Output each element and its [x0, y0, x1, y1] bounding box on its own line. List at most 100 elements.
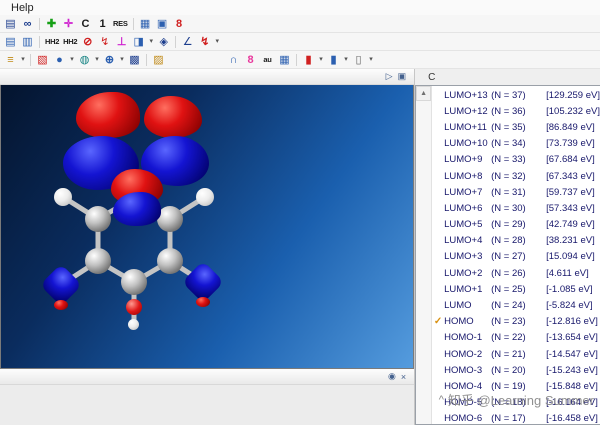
orbital-index: (N = 29) [491, 219, 526, 231]
orbital-list-item[interactable]: ✓ HOMO-2 (N = 21) [-14.547 eV] [432, 346, 600, 362]
magnet-icon[interactable]: ∩ [225, 52, 242, 68]
plane-icon[interactable]: ◨ [130, 34, 147, 50]
add-surface-icon[interactable]: ⊕ [101, 52, 118, 68]
orbital-list-item[interactable]: ✓ HOMO (N = 23) [-12.816 eV] [432, 314, 600, 330]
orbital-lobe-positive [196, 297, 210, 307]
blue-swatch-caret-icon[interactable]: ▾ [342, 52, 350, 68]
element-c-button[interactable]: C [77, 16, 94, 32]
orbital-energy: [42.749 eV] [546, 219, 595, 231]
toolbar-row-1: ▤ ∞ ✚ ✛ C 1 RES ▦ ▣ 8 [0, 15, 600, 33]
orbital-index: (N = 31) [491, 186, 526, 198]
residue-button[interactable]: RES [111, 16, 130, 32]
bond-lines [58, 194, 208, 328]
grid-icon[interactable]: ▩ [126, 52, 143, 68]
orbital-caret-icon[interactable]: ▾ [68, 52, 76, 68]
orbital-index: (N = 35) [491, 121, 526, 133]
pink-8-icon[interactable]: 8 [242, 52, 259, 68]
hh2-hide-icon[interactable]: HH2 [61, 34, 79, 50]
layers-caret-icon[interactable]: ▾ [19, 52, 27, 68]
orbital-energy: [86.849 eV] [546, 121, 595, 133]
orbital-list-item[interactable]: ✓ HOMO-6 (N = 17) [-16.458 eV] [432, 411, 600, 424]
toolbar-row-3: ≡ ▾ ▧ ● ▾ ◍ ▾ ⊕ ▾ ▩ ▨ ∩ 8 au ▦ ▮ ▾ ▮ ▾ ▯… [0, 51, 600, 69]
list-caret-icon[interactable]: ▾ [213, 34, 221, 50]
hydrogen-atom [128, 319, 139, 330]
orbital-list-item[interactable]: ✓ LUMO+3 (N = 27) [15.094 eV] [432, 249, 600, 265]
orbital-list-item[interactable]: ✓ LUMO+9 (N = 33) [67.684 eV] [432, 152, 600, 168]
orbital-list-item[interactable]: ✓ LUMO+12 (N = 36) [105.232 eV] [432, 103, 600, 119]
open-model-icon[interactable]: ▤ [2, 16, 19, 32]
blue-swatch-icon[interactable]: ▮ [325, 52, 342, 68]
orbital-list-item[interactable]: ✓ HOMO-1 (N = 22) [-13.654 eV] [432, 330, 600, 346]
orbital-name: LUMO+2 [444, 267, 483, 279]
orbital-list-item[interactable]: ✓ LUMO+7 (N = 31) [59.737 eV] [432, 184, 600, 200]
orbital-list-item[interactable]: ✓ LUMO+10 (N = 34) [73.739 eV] [432, 136, 600, 152]
hh2-show-icon[interactable]: HH2 [43, 34, 61, 50]
glasses-icon[interactable]: ∞ [19, 16, 36, 32]
layers-icon[interactable]: ≡ [2, 52, 19, 68]
hydrogen-atom [54, 188, 72, 206]
molecule-3d-viewport[interactable] [0, 85, 415, 369]
viewport-footer: ◉ × [0, 369, 415, 385]
scroll-up-icon[interactable]: ▲ [416, 86, 432, 101]
flash-icon[interactable]: ↯ [196, 34, 213, 50]
orbital-name: LUMO+13 [444, 89, 488, 101]
red-swatch-caret-icon[interactable]: ▾ [317, 52, 325, 68]
orbital-list-item[interactable]: ✓ LUMO+8 (N = 32) [67.343 eV] [432, 168, 600, 184]
toolbar-row-2: ▤ ▥ HH2 HH2 ⊘ ↯ ⊥ ◨ ▾ ◈ ∠ ↯ ▾ [0, 33, 600, 51]
white-swatch-icon[interactable]: ▯ [350, 52, 367, 68]
orbital-energy: [38.231 eV] [546, 235, 595, 247]
au-units-button[interactable]: au [259, 52, 276, 68]
surface-caret-icon[interactable]: ▾ [93, 52, 101, 68]
caret-glyph: ^ [438, 393, 444, 406]
orbital-list-item[interactable]: ✓ LUMO+11 (N = 35) [86.849 eV] [432, 119, 600, 135]
gem-icon[interactable]: ◈ [155, 34, 172, 50]
tile-windows-icon[interactable]: ▦ [137, 16, 154, 32]
red-swatch-icon[interactable]: ▮ [300, 52, 317, 68]
translate-icon[interactable]: ✛ [60, 16, 77, 32]
orbital-index: (N = 33) [491, 154, 526, 166]
bolt-icon[interactable]: ↯ [96, 34, 113, 50]
orbital-list-item[interactable]: ✓ LUMO+5 (N = 29) [42.749 eV] [432, 217, 600, 233]
orbital-list-item[interactable]: ✓ LUMO+13 (N = 37) [129.259 eV] [432, 87, 600, 103]
close-icon[interactable]: × [401, 372, 406, 382]
notebook-alt-icon[interactable]: ▥ [19, 34, 36, 50]
orbital-list-item[interactable]: ✓ LUMO+4 (N = 28) [38.231 eV] [432, 233, 600, 249]
surface-icon[interactable]: ◍ [76, 52, 93, 68]
palette-icon[interactable]: ▦ [276, 52, 293, 68]
dropdown-caret-icon[interactable]: ▾ [147, 34, 155, 50]
main-area: ▷ ▣ ◉ × C ▲ LUMO+13 (N = 37) [129.259 eV… [0, 69, 600, 425]
atom-count-button[interactable]: 1 [94, 16, 111, 32]
add-fragment-icon[interactable]: ✚ [43, 16, 60, 32]
angle-icon[interactable]: ∠ [179, 34, 196, 50]
white-swatch-caret-icon[interactable]: ▾ [367, 52, 375, 68]
menu-help[interactable]: Help [7, 2, 38, 14]
monitor-icon[interactable]: ▣ [154, 16, 171, 32]
orbital-lobe-positive [76, 92, 140, 138]
orbital-list-item[interactable]: ✓ LUMO+2 (N = 26) [4.611 eV] [432, 265, 600, 281]
folder-icon[interactable]: ▨ [150, 52, 167, 68]
orbital-list-item[interactable]: ✓ LUMO+6 (N = 30) [57.343 eV] [432, 200, 600, 216]
toolbar-separator [146, 53, 147, 66]
dock-panel-icon[interactable]: ▣ [398, 71, 407, 82]
add-surface-caret-icon[interactable]: ▾ [118, 52, 126, 68]
orbital-list: ✓ LUMO+13 (N = 37) [129.259 eV] ✓ LUMO+1… [432, 86, 600, 424]
pin-icon[interactable]: ◉ [388, 371, 396, 382]
paint-icon[interactable]: ▧ [34, 52, 51, 68]
collapse-panel-icon[interactable]: ▷ [386, 71, 393, 82]
orbital-name: HOMO-3 [444, 364, 483, 376]
orbital-name: LUMO+11 [444, 121, 487, 133]
orbital-dot-icon[interactable]: ● [51, 52, 68, 68]
scrollbar-track[interactable] [416, 101, 431, 424]
notebook-icon[interactable]: ▤ [2, 34, 19, 50]
orbital-index: (N = 17) [491, 413, 526, 424]
orbital-list-item[interactable]: ✓ HOMO-3 (N = 20) [-15.243 eV] [432, 362, 600, 378]
orbital-name: LUMO+8 [444, 170, 483, 182]
perpendicular-icon[interactable]: ⊥ [113, 34, 130, 50]
no-entry-icon[interactable]: ⊘ [79, 34, 96, 50]
orbital-energy: [-15.243 eV] [546, 364, 598, 376]
toolbar-separator [39, 17, 40, 30]
orbital-index: (N = 27) [491, 251, 526, 263]
ring-counter-icon[interactable]: 8 [171, 16, 188, 32]
orbital-list-item[interactable]: ✓ LUMO (N = 24) [-5.824 eV] [432, 297, 600, 313]
orbital-list-item[interactable]: ✓ LUMO+1 (N = 25) [-1.085 eV] [432, 281, 600, 297]
